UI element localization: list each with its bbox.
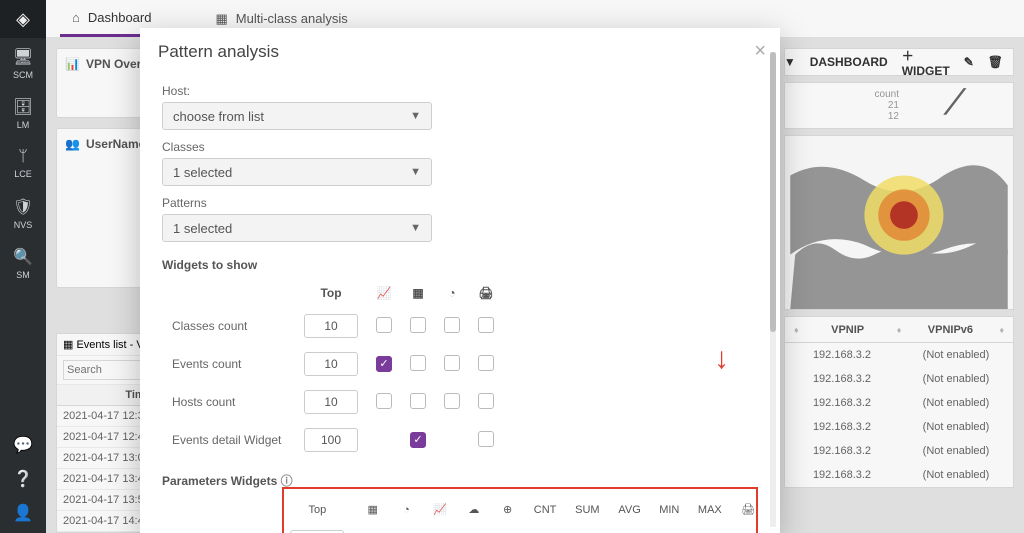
- top-input[interactable]: [304, 352, 358, 376]
- col-vpnip[interactable]: VPNIP: [807, 324, 887, 336]
- nav-scm[interactable]: 🖥SCM: [0, 38, 46, 88]
- patterns-select[interactable]: 1 selected▼: [162, 214, 432, 242]
- checkbox[interactable]: [410, 393, 426, 409]
- map-widget[interactable]: [784, 135, 1014, 310]
- sort-icon[interactable]: ♦: [888, 325, 910, 335]
- table-icon: ▦: [412, 286, 423, 300]
- user-panel-icon: 👥: [65, 137, 80, 151]
- top-input[interactable]: [304, 428, 358, 452]
- nav-sm[interactable]: 🔍SM: [0, 238, 46, 288]
- table-icon: ▦: [367, 504, 377, 516]
- checkbox[interactable]: [410, 317, 426, 333]
- home-icon: ⌂: [72, 10, 80, 25]
- mini-stats: count2112╱: [784, 82, 1014, 129]
- widget-row-detail: Events detail Widget: [164, 422, 502, 458]
- host-label: Host:: [162, 84, 758, 98]
- print-icon: 🖨: [741, 504, 755, 516]
- top-input[interactable]: [304, 314, 358, 338]
- nav-nvs[interactable]: 🛡NVS: [0, 188, 46, 238]
- checkbox[interactable]: [376, 317, 392, 333]
- widgets-title: Widgets to show: [162, 258, 758, 272]
- pie-icon: ◔: [403, 504, 410, 516]
- bottom-table: ♦ VPNIP ♦ VPNIPv6 ♦ 192.168.3.2(Not enab…: [784, 316, 1014, 488]
- host-select[interactable]: choose from list▼: [162, 102, 432, 130]
- checkbox[interactable]: [376, 356, 392, 372]
- widget-row-events: Events count: [164, 346, 502, 382]
- checkbox[interactable]: [478, 355, 494, 371]
- checkbox[interactable]: [410, 432, 426, 448]
- grid-icon: ▦: [215, 11, 227, 27]
- highlighted-region: Top ▦ ◔ 📈 ☁ ⊕ CNTSUMAVGMINMAX 🖨 UserName: [282, 487, 758, 533]
- widget-row-hosts: Hosts count: [164, 384, 502, 420]
- edit-icon[interactable]: ✎: [964, 55, 974, 69]
- checkbox[interactable]: [478, 317, 494, 333]
- top-input[interactable]: [304, 390, 358, 414]
- param-row-username: UserName: [168, 524, 764, 533]
- checkbox[interactable]: [478, 431, 494, 447]
- scrollbar[interactable]: [770, 52, 776, 527]
- globe-icon: ⊕: [503, 504, 512, 516]
- nav-lm[interactable]: 🗄LM: [0, 88, 46, 138]
- classes-select[interactable]: 1 selected▼: [162, 158, 432, 186]
- dashboard-label: DASHBOARD: [810, 55, 888, 69]
- chevron-down-icon: ▼: [410, 222, 421, 234]
- pie-icon: ◔: [448, 286, 455, 300]
- nav-lce[interactable]: ᛘLCE: [0, 138, 46, 188]
- sort-icon[interactable]: ♦: [991, 325, 1013, 335]
- chart-line-icon: 📈: [433, 504, 447, 516]
- checkbox[interactable]: [410, 355, 426, 371]
- checkbox[interactable]: [444, 317, 460, 333]
- cloud-icon: ☁: [468, 504, 479, 516]
- filter-icon[interactable]: ▼: [784, 55, 796, 69]
- add-widget-button[interactable]: ＋WIDGET: [902, 47, 950, 78]
- delete-icon[interactable]: 🗑: [988, 55, 1003, 69]
- checkbox[interactable]: [376, 393, 392, 409]
- user-icon[interactable]: 👤: [13, 503, 33, 523]
- params-title: Parameters Widgets: [162, 474, 277, 488]
- table-icon: ▦: [63, 339, 73, 351]
- pattern-analysis-modal: × Pattern analysis Host: choose from lis…: [140, 28, 780, 533]
- chevron-down-icon: ▼: [410, 110, 421, 122]
- classes-label: Classes: [162, 140, 758, 154]
- modal-title: Pattern analysis: [140, 28, 780, 66]
- info-icon[interactable]: ⓘ: [281, 474, 293, 488]
- close-icon[interactable]: ×: [754, 40, 766, 63]
- chevron-down-icon: ▼: [410, 166, 421, 178]
- checkbox[interactable]: [478, 393, 494, 409]
- col-vpnipv6[interactable]: VPNIPv6: [910, 324, 990, 336]
- checkbox[interactable]: [444, 355, 460, 371]
- help-icon[interactable]: ❔: [13, 469, 33, 489]
- patterns-label: Patterns: [162, 196, 758, 210]
- chart-line-icon: 📈: [377, 286, 392, 300]
- sort-icon[interactable]: ♦: [785, 325, 807, 335]
- gauge-icon: 📊: [65, 57, 80, 71]
- widget-row-classes: Classes count: [164, 308, 502, 344]
- print-icon: 🖨: [478, 286, 493, 300]
- chat-icon[interactable]: 💬: [13, 435, 33, 455]
- app-logo[interactable]: ◈: [0, 0, 46, 38]
- checkbox[interactable]: [444, 393, 460, 409]
